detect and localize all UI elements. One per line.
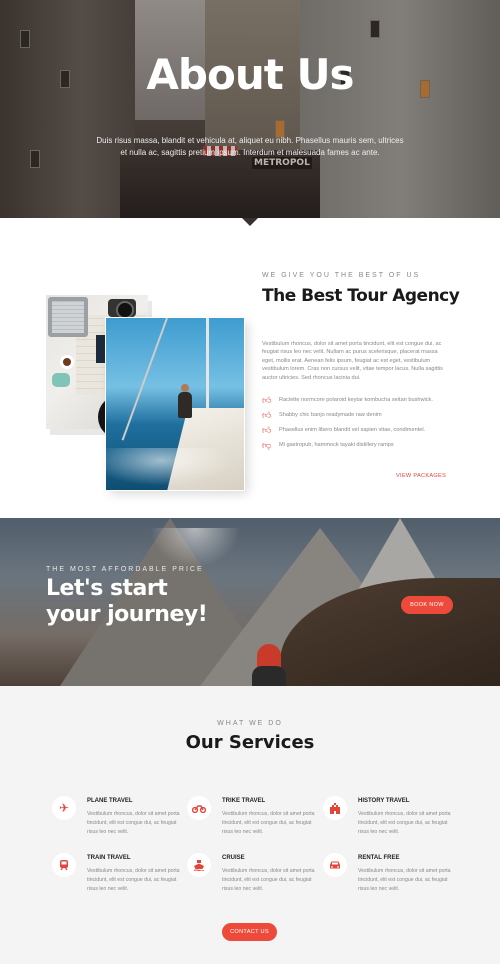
hero-notch [242,218,258,226]
feature-text: Shabby chic banjo readymade raw denim [279,412,382,418]
feature-item: 👎︎ Mi gastropub, hammock tayaki distille… [262,440,462,450]
service-text: Vestibulum rhoncus, dolor sit amet porta… [222,868,315,892]
coffee-cup-shape [60,355,74,369]
service-item: RENTAL FREE Vestibulum rhoncus, dolor si… [323,853,463,903]
feature-text: Raclette normcore polaroid keytar kombuc… [279,397,433,403]
castle-icon [323,796,347,820]
about-eyebrow: WE GIVE YOU THE BEST OF US [262,272,421,279]
ship-icon [187,853,211,877]
service-title: HISTORY TRAVEL [358,798,410,804]
traveler-shape [178,384,192,418]
feature-item: 👍︎ Raclette normcore polaroid keytar kom… [262,395,462,405]
plane-icon: ✈︎ [52,796,76,820]
feature-text: Mi gastropub, hammock tayaki distillery … [279,442,394,448]
sea-foam [106,448,244,490]
thumbs-down-icon: 👎︎ [262,439,272,450]
service-item: ✈︎ PLANE TRAVEL Vestibulum rhoncus, dolo… [52,796,192,846]
page-title: About Us [146,50,354,99]
cta-title-line1: Let's start [46,576,168,601]
service-title: RENTAL FREE [358,855,400,861]
service-title: CRUISE [222,855,245,861]
service-text: Vestibulum rhoncus, dolor sit amet porta… [222,811,315,835]
contact-us-button[interactable]: CONTACT US [222,923,277,941]
sailboat-photo [106,318,244,490]
about-title: The Best Tour Agency [262,286,460,306]
cta-title-line2: your journey! [46,602,208,627]
thumbs-up-icon: 👍︎ [262,409,272,420]
car-icon [323,853,347,877]
book-now-button[interactable]: BOOK NOW [401,596,453,614]
service-text: Vestibulum rhoncus, dolor sit amet porta… [358,868,451,892]
cta-section: THE MOST AFFORDABLE PRICE Let's start yo… [0,518,500,686]
feature-item: 👍︎ Shabby chic banjo readymade raw denim [262,410,462,420]
service-item: TRAIN TRAVEL Vestibulum rhoncus, dolor s… [52,853,192,903]
laptop-shape [48,297,88,337]
feature-item: 👍︎ Phasellus enim libero blandit vel sap… [262,425,462,435]
service-text: Vestibulum rhoncus, dolor sit amet porta… [87,868,180,892]
service-title: TRAIN TRAVEL [87,855,131,861]
service-item: TRIKE TRAVEL Vestibulum rhoncus, dolor s… [187,796,327,846]
view-packages-link[interactable]: VIEW PACKAGES [396,473,446,479]
service-title: TRIKE TRAVEL [222,798,266,804]
cta-eyebrow: THE MOST AFFORDABLE PRICE [46,566,204,573]
services-eyebrow: WHAT WE DO [217,720,283,727]
hero-overlay [0,0,500,218]
toy-camera-shape [52,373,70,387]
service-item: HISTORY TRAVEL Vestibulum rhoncus, dolor… [323,796,463,846]
camera-shape [108,299,136,319]
about-body: Vestibulum rhoncus, dolor sit amet porta… [262,341,443,381]
hero-section: METROPOL About Us Duis risus massa, blan… [0,0,500,218]
service-text: Vestibulum rhoncus, dolor sit amet porta… [87,811,180,835]
services-section: WHAT WE DO Our Services ✈︎ PLANE TRAVEL … [0,686,500,964]
service-text: Vestibulum rhoncus, dolor sit amet porta… [358,811,451,835]
hiker-shape [252,644,286,686]
thumbs-up-icon: 👍︎ [262,394,272,405]
thumbs-up-icon: 👍︎ [262,424,272,435]
train-icon [52,853,76,877]
service-item: CRUISE Vestibulum rhoncus, dolor sit ame… [187,853,327,903]
hero-text: Duis risus massa, blandit et vehicula at… [96,136,404,157]
cta-title: Let's start your journey! [46,576,208,628]
service-title: PLANE TRAVEL [87,798,133,804]
services-title: Our Services [185,732,315,753]
rope-shape [121,318,168,441]
motorcycle-icon [187,796,211,820]
feature-text: Phasellus enim libero blandit vel sapien… [279,427,426,433]
